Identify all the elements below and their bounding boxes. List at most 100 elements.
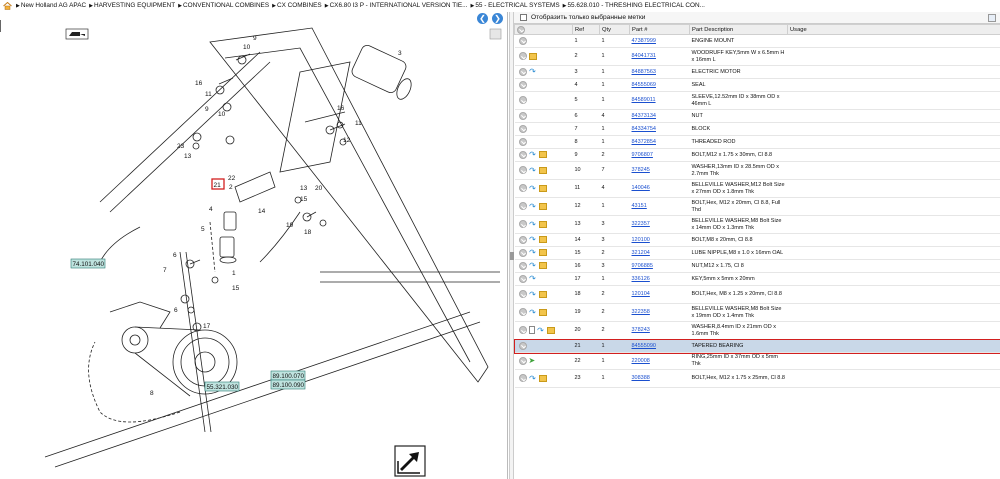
select-row-icon[interactable] — [518, 36, 527, 45]
home-icon[interactable] — [3, 1, 12, 10]
part-number-link[interactable]: 47387999 — [632, 38, 656, 44]
breadcrumb-item[interactable]: New Holland AG APAC — [21, 2, 86, 9]
column-part-number[interactable]: Part # — [629, 24, 690, 35]
package-icon[interactable] — [538, 374, 547, 382]
select-row-icon[interactable] — [518, 356, 527, 365]
select-row-icon[interactable] — [518, 96, 527, 105]
replacement-icon[interactable]: ↷ — [529, 202, 537, 210]
callout-2[interactable]: 2 — [229, 184, 233, 191]
show-selected-checkbox[interactable] — [520, 14, 527, 21]
package-icon[interactable] — [538, 290, 547, 298]
select-row-icon[interactable] — [518, 235, 527, 244]
replacement-icon[interactable]: ↷ — [529, 262, 537, 270]
replacement-icon[interactable]: ↷ — [529, 249, 537, 257]
package-icon[interactable] — [538, 262, 547, 270]
callout-22[interactable]: 22 — [228, 175, 236, 182]
table-row[interactable]: 7 1 84334754 BLOCK — [514, 122, 1000, 136]
breadcrumb-item[interactable]: CX COMBINES — [277, 2, 322, 9]
breadcrumb-item[interactable]: CX6.80 I3 P - INTERNATIONAL VERSION TIE.… — [330, 2, 468, 9]
select-row-icon[interactable] — [518, 326, 527, 335]
replacement-icon[interactable]: ↷ — [529, 275, 537, 283]
select-row-icon[interactable] — [518, 248, 527, 257]
callout-6[interactable]: 6 — [173, 252, 177, 259]
column-qty[interactable]: Qty — [599, 24, 630, 35]
package-icon[interactable] — [538, 202, 547, 210]
view-toggle-icon[interactable] — [489, 28, 502, 40]
select-row-icon[interactable] — [518, 137, 527, 146]
package-icon[interactable] — [538, 249, 547, 257]
table-row[interactable]: ↷ 10 7 378245 WASHER,13mm ID x 28.5mm OD x 2… — [514, 161, 1000, 180]
table-row[interactable]: ➤ 22 1 220008 RING,25mm ID x 37mm OD x 5mm T… — [514, 352, 1000, 370]
ref-label-55-321-030[interactable]: 55.321.030 — [207, 384, 239, 391]
table-row[interactable]: 5 1 84589011 SLEEVE,12.52mm ID x 38mm OD x … — [514, 91, 1000, 110]
part-number-link[interactable]: 322358 — [632, 309, 650, 315]
select-row-icon[interactable] — [518, 341, 527, 350]
part-number-link[interactable]: 378243 — [632, 327, 650, 333]
replacement-icon[interactable]: ↷ — [529, 68, 537, 76]
callout-6b[interactable]: 6 — [174, 307, 178, 314]
callout-10b[interactable]: 10 — [218, 111, 226, 118]
table-row[interactable]: ↷ 11 4 140046 BELLEVILLE WASHER,M12 Bolt Siz… — [514, 179, 1000, 198]
callout-13[interactable]: 13 — [184, 153, 192, 160]
callout-19[interactable]: 19 — [286, 222, 294, 229]
package-icon[interactable] — [538, 166, 547, 174]
next-page-button[interactable]: ❯ — [492, 13, 503, 24]
callout-12[interactable]: 12 — [343, 137, 351, 144]
table-row[interactable]: ↷ 12 1 43151 BOLT,Hex, M12 x 20mm, Cl 8.8, F… — [514, 197, 1000, 216]
part-number-link[interactable]: 120104 — [632, 291, 650, 297]
table-row[interactable]: ↷ 20 2 378243 WASHER,8.4mm ID x 21mm OD x 1.… — [514, 321, 1000, 340]
table-row[interactable]: 6 4 84373134 NUT — [514, 109, 1000, 123]
replacement-icon[interactable]: ↷ — [529, 184, 537, 192]
callout-15[interactable]: 15 — [300, 196, 308, 203]
callout-17[interactable]: 17 — [203, 323, 211, 330]
breadcrumb-item[interactable]: 55.628.010 - THRESHING ELECTRICAL CON... — [568, 2, 705, 9]
select-row-icon[interactable] — [518, 67, 527, 76]
select-row-icon[interactable] — [518, 308, 527, 317]
part-number-link[interactable]: 140046 — [632, 185, 650, 191]
breadcrumb-item[interactable]: HARVESTING EQUIPMENT — [94, 2, 175, 9]
table-row-selected[interactable]: 21 1 84555090 TAPERED BEARING — [513, 338, 1000, 354]
replacement-icon[interactable]: ↷ — [537, 326, 545, 334]
callout-21-selected[interactable]: 21 — [214, 182, 222, 189]
table-row[interactable]: 4 1 84555069 SEAL — [514, 78, 1000, 92]
column-ref[interactable]: Ref — [572, 24, 600, 35]
select-row-icon[interactable] — [518, 374, 527, 383]
callout-8[interactable]: 8 — [150, 390, 154, 397]
part-number-link[interactable]: 220008 — [632, 358, 650, 364]
previous-page-button[interactable]: ❮ — [477, 13, 488, 24]
part-number-link[interactable]: 9706807 — [632, 152, 653, 158]
breadcrumb-item[interactable]: CONVENTIONAL COMBINES — [183, 2, 269, 9]
part-number-link[interactable]: 336126 — [632, 276, 650, 282]
part-number-link[interactable]: 84555090 — [632, 343, 656, 349]
table-row[interactable]: ↷ 23 1 308388 BOLT,Hex, M12 x 1.75 x 25mm, C… — [514, 369, 1000, 388]
breadcrumb-item[interactable]: 55 - ELECTRICAL SYSTEMS — [475, 2, 559, 9]
part-number-link[interactable]: 84555069 — [632, 82, 656, 88]
callout-1[interactable]: 1 — [232, 270, 236, 277]
table-row[interactable]: ↷ 18 2 120104 BOLT,Hex, M8 x 1.25 x 20mm, Cl… — [514, 285, 1000, 304]
part-number-link[interactable]: 84887563 — [632, 69, 656, 75]
callout-4[interactable]: 4 — [209, 206, 213, 213]
select-row-icon[interactable] — [518, 261, 527, 270]
table-row[interactable]: ↷ 13 3 322357 BELLEVILLE WASHER,M8 Bolt Size… — [514, 215, 1000, 234]
table-row[interactable]: 2 1 84041731 WOODRUFF KEY,5mm W x 6.5mm H x… — [514, 47, 1000, 66]
package-icon[interactable] — [528, 52, 537, 60]
select-row-icon[interactable] — [518, 202, 527, 211]
package-icon[interactable] — [546, 326, 555, 334]
column-description[interactable]: Part Description — [689, 24, 788, 35]
select-row-icon[interactable] — [518, 111, 527, 120]
ref-label-89-100-090[interactable]: 89.100.090 — [273, 382, 305, 389]
package-icon[interactable] — [538, 236, 547, 244]
part-number-link[interactable]: 9706885 — [632, 263, 653, 269]
package-icon[interactable] — [538, 308, 547, 316]
select-row-icon[interactable] — [518, 80, 527, 89]
part-number-link[interactable]: 84373134 — [632, 113, 656, 119]
part-number-link[interactable]: 308388 — [632, 375, 650, 381]
replacement-icon[interactable]: ↷ — [529, 374, 537, 382]
table-row[interactable]: 8 1 84372854 THREADED ROD — [514, 135, 1000, 149]
replacement-icon[interactable]: ↷ — [529, 220, 537, 228]
column-usage[interactable]: Usage — [787, 24, 1000, 35]
select-row-icon[interactable] — [518, 184, 527, 193]
document-icon[interactable] — [528, 326, 535, 335]
select-row-icon[interactable] — [518, 52, 527, 61]
table-row[interactable]: ↷ 3 1 84887563 ELECTRIC MOTOR — [514, 65, 1000, 79]
